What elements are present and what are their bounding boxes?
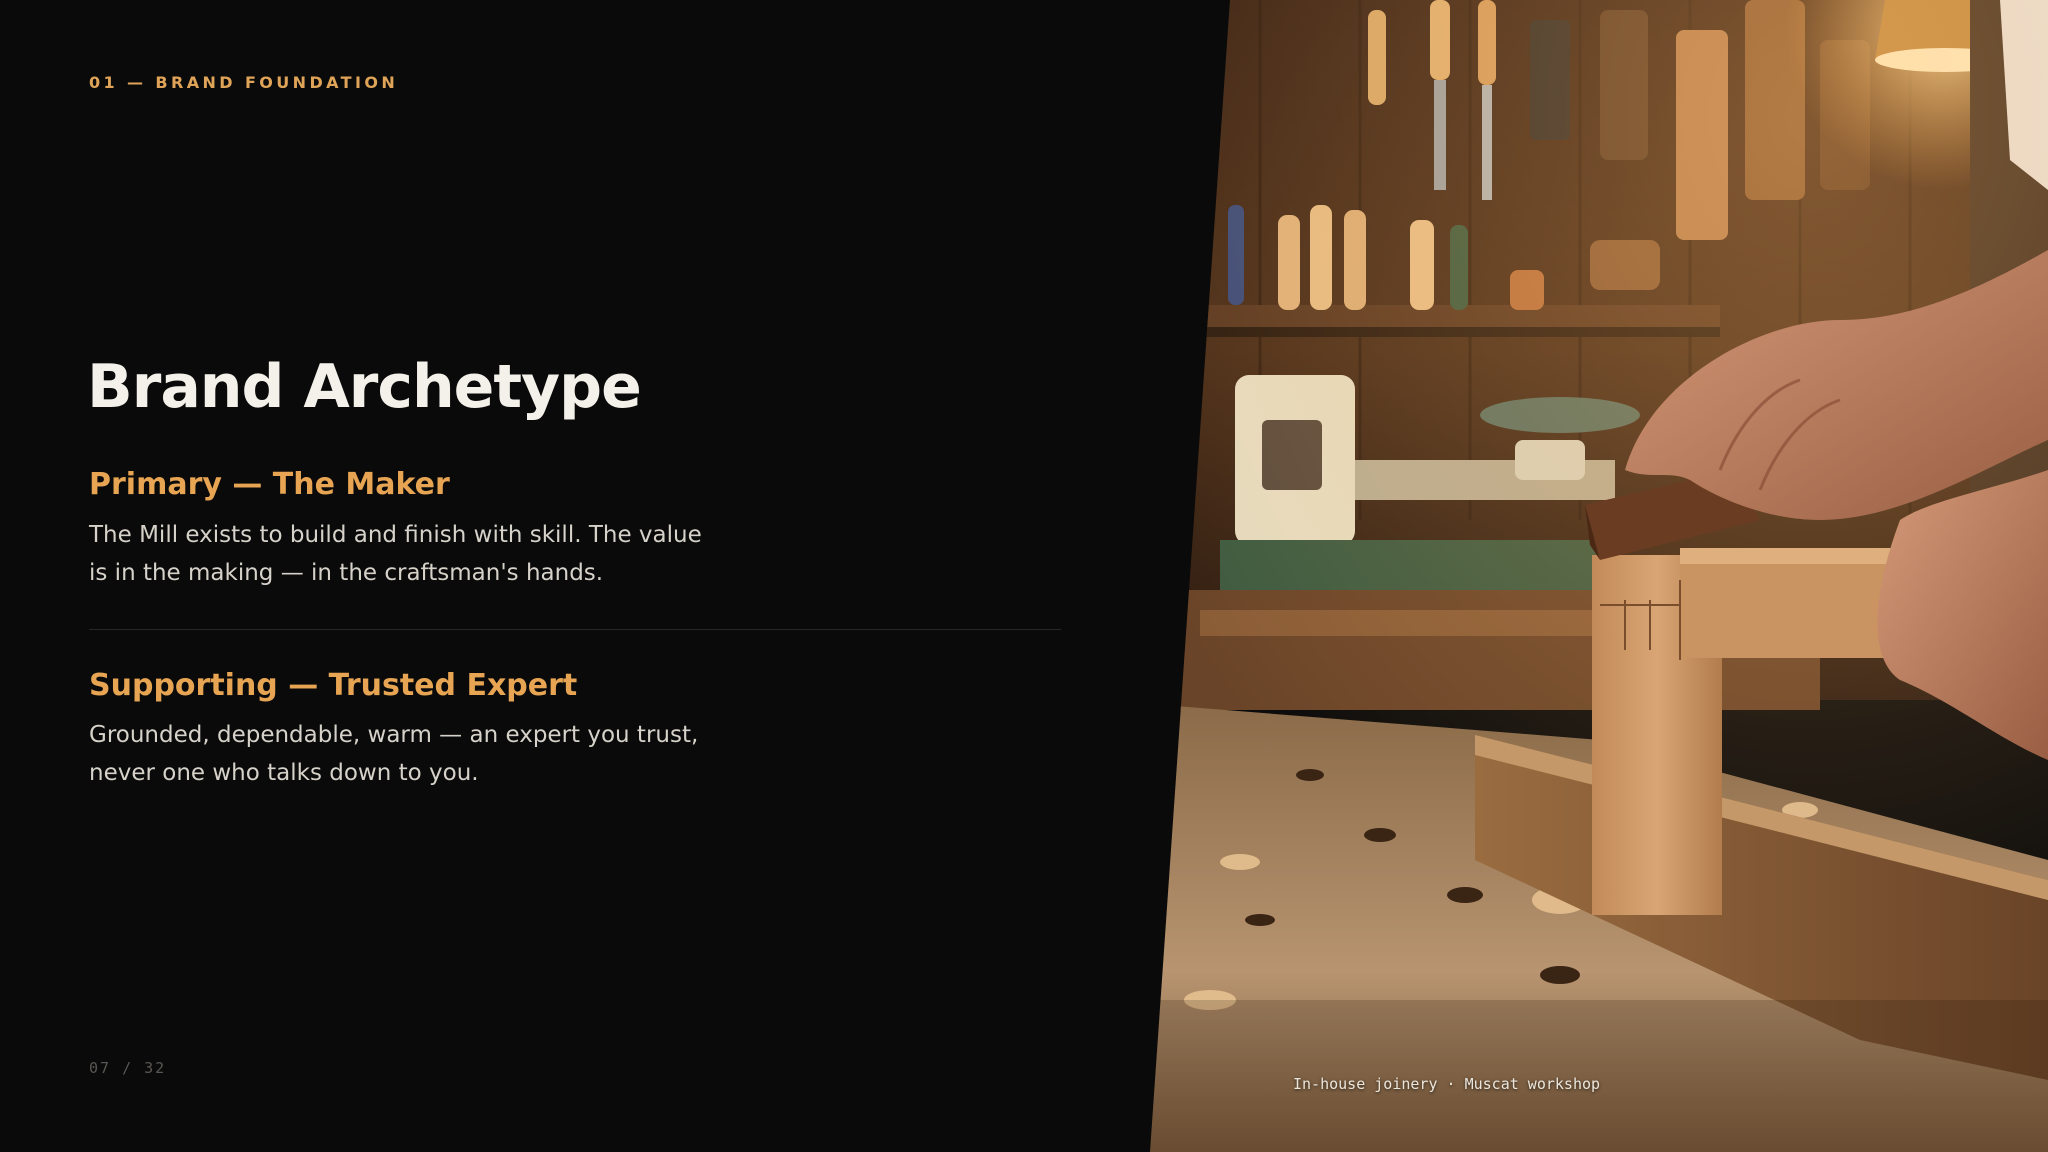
- photo-caption: In-house joinery · Muscat workshop: [1293, 1075, 1601, 1093]
- slide-title: Brand Archetype: [87, 352, 642, 422]
- slide: 01 — BRAND FOUNDATION Brand Archetype Pr…: [0, 0, 2048, 1152]
- primary-archetype-heading: Primary — The Maker: [89, 467, 450, 502]
- section-eyebrow: 01 — BRAND FOUNDATION: [89, 73, 399, 92]
- page-indicator: 07 / 32: [89, 1059, 167, 1077]
- supporting-archetype-body: Grounded, dependable, warm — an expert y…: [89, 722, 699, 786]
- primary-archetype-body: The Mill exists to build and finish with…: [89, 522, 702, 586]
- supporting-archetype-heading: Supporting — Trusted Expert: [89, 668, 578, 703]
- section-divider: [89, 629, 1061, 630]
